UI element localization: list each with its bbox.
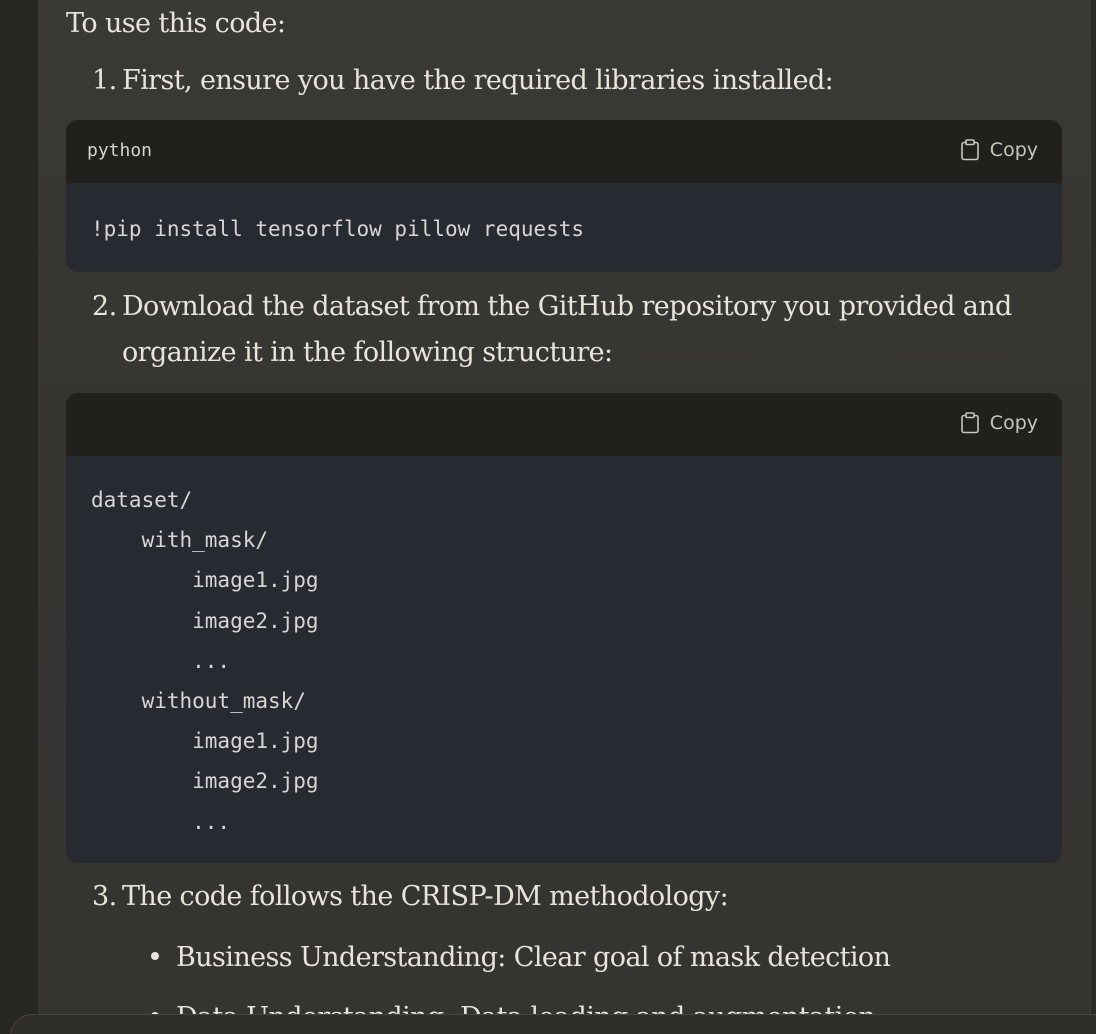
clipboard-icon: [960, 139, 980, 161]
code-line: with_mask/: [91, 528, 269, 553]
code-line: without_mask/: [91, 688, 306, 713]
step-number: 2.: [92, 291, 117, 322]
message-composer[interactable]: [10, 1014, 1096, 1034]
code-line: !pip install tensorflow pillow requests: [91, 217, 585, 241]
code-line: ...: [91, 648, 231, 673]
code-line: image1.jpg: [91, 568, 319, 593]
copy-label: Copy: [989, 139, 1038, 161]
assistant-message: To use this code: 1. First, ensure you ha…: [38, 0, 1091, 1034]
step-text: First, ensure you have the required libr…: [122, 65, 834, 96]
left-rail: [0, 0, 39, 1034]
code-line: image1.jpg: [91, 729, 319, 754]
step-text: The code follows the CRISP-DM methodolog…: [122, 881, 729, 912]
step-3: 3. The code follows the CRISP-DM methodol…: [92, 874, 729, 920]
step-number: 3.: [92, 881, 117, 912]
bullet-dot: [151, 951, 159, 960]
step-text: Download the dataset from the GitHub rep…: [122, 291, 1012, 322]
step-text-continued: organize it in the following structure:: [122, 337, 613, 368]
code-line: ...: [91, 809, 231, 834]
code-body[interactable]: !pip install tensorflow pillow requests: [66, 183, 1062, 249]
copy-button[interactable]: Copy: [960, 412, 1038, 434]
code-header: Copy: [66, 393, 1062, 456]
step-1: 1. First, ensure you have the required li…: [92, 58, 834, 104]
code-header: python Copy: [66, 120, 1062, 183]
bullet-text: Business Understanding: Clear goal of ma…: [176, 942, 891, 973]
copy-button[interactable]: Copy: [960, 139, 1038, 161]
copy-label: Copy: [989, 412, 1038, 434]
bullet-item: Business Understanding: Clear goal of ma…: [151, 940, 891, 976]
code-block-structure: Copy dataset/ with_mask/ image1.jpg imag…: [66, 393, 1062, 863]
code-line: dataset/: [91, 488, 193, 512]
code-body[interactable]: dataset/ with_mask/ image1.jpg image2.jp…: [66, 456, 1062, 842]
code-language-label: python: [87, 140, 153, 161]
code-line: image2.jpg: [91, 608, 319, 633]
clipboard-icon: [960, 412, 980, 434]
step-number: 1.: [92, 65, 117, 96]
code-block-python: python Copy !pip install tensorflow pill…: [66, 120, 1062, 272]
intro-text: To use this code:: [66, 8, 286, 39]
code-line: image2.jpg: [91, 769, 319, 794]
step-2: 2. Download the dataset from the GitHub r…: [92, 284, 1012, 376]
